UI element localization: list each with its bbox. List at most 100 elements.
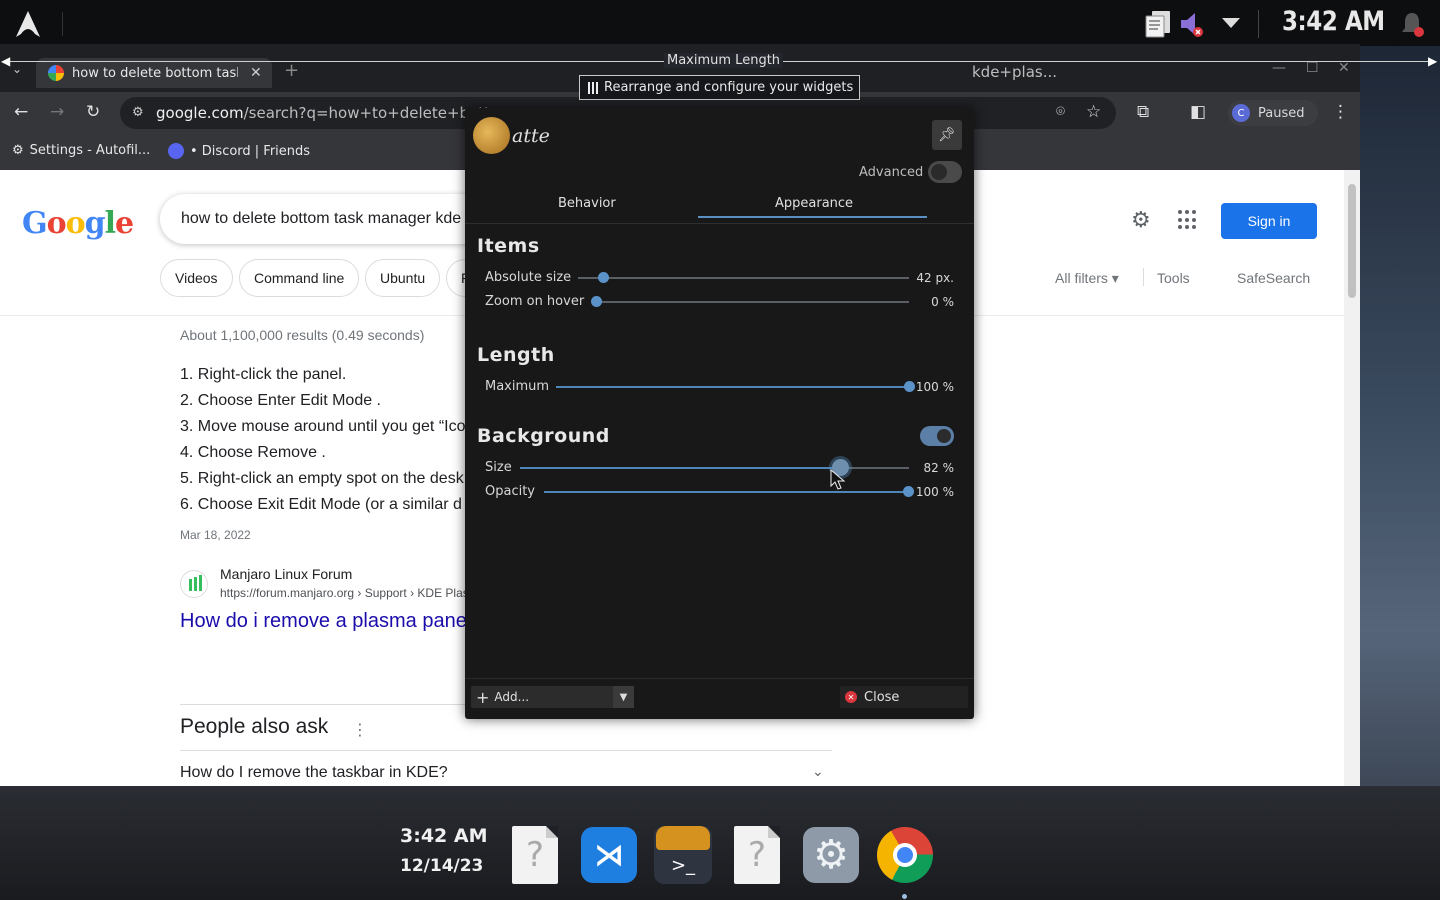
close-button[interactable]: ✕ Close [840,686,968,708]
opacity-value: 100 % [915,485,954,499]
rearrange-icon [588,81,598,94]
page-scrollbar[interactable] [1344,170,1360,786]
absolute-size-value: 42 px. [916,271,954,285]
extensions-icon[interactable]: ⧉ [1137,102,1149,122]
result-site-name[interactable]: Manjaro Linux Forum [220,566,352,582]
tray-separator [1258,10,1259,38]
system-settings-icon[interactable]: ⚙ [802,826,860,884]
bookmark-discord[interactable]: • Discord | Friends [168,143,310,159]
terminal-icon[interactable]: >_ [654,826,712,884]
tab-behavior[interactable]: Behavior [558,196,616,211]
slider-handle[interactable] [598,272,609,283]
arch-linux-logo-icon[interactable] [14,10,42,38]
unknown-file-icon[interactable]: ? [506,826,564,884]
profile-button[interactable]: C Paused [1228,100,1318,126]
bookmark-star-icon[interactable]: ☆ [1086,102,1101,122]
volume-muted-icon[interactable] [1178,10,1206,38]
zoom-on-hover-slider[interactable] [596,301,909,303]
url-host: google.com [156,104,244,122]
maximum-slider[interactable] [556,386,909,388]
tab-appearance[interactable]: Appearance [775,196,853,211]
unknown-file-icon[interactable]: ? [728,826,786,884]
side-panel-icon[interactable]: ◧ [1190,102,1206,122]
notifications-icon[interactable] [1400,10,1426,38]
new-tab-icon[interactable]: + [284,60,299,81]
vscode-icon[interactable]: ⋊ [580,826,638,884]
expand-tray-icon[interactable] [1220,16,1242,30]
scroll-thumb[interactable] [1348,184,1356,298]
section-title-background: Background [477,425,610,447]
chrome-icon[interactable] [876,826,934,884]
active-tab-indicator [698,216,927,218]
rearrange-widgets-button[interactable]: Rearrange and configure your widgets [579,75,860,100]
result-url[interactable]: https://forum.manjaro.org › Support › KD… [220,586,469,600]
dock-date[interactable]: 12/14/23 [400,856,483,876]
close-icon: ✕ [845,691,857,703]
background-toggle[interactable] [920,426,954,446]
all-filters-dropdown[interactable]: All filters ▾ [1055,270,1119,287]
menu-kebab-icon[interactable]: ⋮ [1332,102,1349,122]
maximum-label: Maximum [485,379,550,394]
chip-command-line[interactable]: Command line [239,259,360,297]
tab-search-icon[interactable]: ⌄ [12,62,22,76]
opacity-label: Opacity [485,484,536,499]
gear-icon: ⚙ [12,143,24,158]
absolute-size-slider[interactable] [578,277,909,279]
tools-link[interactable]: Tools [1157,270,1190,286]
list-item: 1. Right-click the panel. [180,366,347,383]
google-logo[interactable]: Google [22,206,134,241]
paa-question[interactable]: How do I remove the taskbar in KDE? [180,764,448,782]
clipboard-icon[interactable] [1144,10,1174,38]
size-slider-track[interactable] [840,467,909,469]
browser-tab[interactable]: how to delete bottom task ✕ [36,58,272,88]
search-input[interactable]: how to delete bottom task manager kde [160,194,500,244]
close-icon[interactable]: ✕ [250,65,262,81]
snippet-date: Mar 18, 2022 [180,528,251,542]
top-clock[interactable]: 3:42 AM [1282,6,1385,37]
section-title-items: Items [477,235,540,257]
location-icon[interactable]: ⌾ [1056,102,1065,120]
safesearch-link[interactable]: SafeSearch [1237,270,1310,286]
bookmark-settings[interactable]: ⚙ Settings - Autofil... [12,143,150,158]
latte-logo-icon [473,117,510,154]
chevron-down-icon[interactable]: ⌄ [812,764,824,780]
more-options-icon[interactable]: ⋮ [352,720,368,739]
slider-handle[interactable] [591,296,602,307]
zoom-on-hover-value: 0 % [931,295,954,309]
back-icon[interactable]: ← [14,102,28,122]
site-info-icon[interactable]: ⚙ [132,105,144,120]
bookmark-label: Settings - Autofil... [29,143,151,158]
result-title-link[interactable]: How do i remove a plasma pane [180,610,467,633]
google-apps-icon[interactable] [1178,210,1198,230]
running-indicator [902,894,907,899]
reload-icon[interactable]: ↻ [86,102,100,122]
results-count: About 1,100,000 results (0.49 seconds) [180,327,425,343]
chevron-down-icon[interactable]: ▼ [613,686,634,708]
maximize-icon[interactable]: ☐ [1306,60,1319,76]
chip-videos[interactable]: Videos [160,259,233,297]
bookmark-label: • Discord | Friends [190,143,311,159]
opacity-slider[interactable] [544,491,909,493]
maximum-value: 100 % [915,380,954,394]
pin-icon[interactable]: 📌︎ [932,120,962,150]
window-close-icon[interactable]: ✕ [1338,60,1350,76]
close-label: Close [864,689,900,705]
mouse-cursor-icon [830,469,846,490]
add-button[interactable]: + Add... [471,686,634,708]
profile-status: Paused [1258,105,1305,121]
ruler-left-arrow-icon: ◀ [1,54,11,68]
people-also-ask-heading: People also ask [180,715,329,738]
google-favicon-icon [48,65,64,81]
top-panel: 3:42 AM [0,0,1440,46]
advanced-toggle[interactable] [928,161,962,183]
settings-gear-icon[interactable]: ⚙ [1131,208,1151,233]
discord-favicon-icon [168,143,184,159]
chip-ubuntu[interactable]: Ubuntu [365,259,441,297]
dock-clock[interactable]: 3:42 AM [400,825,488,847]
avatar: C [1232,104,1250,122]
size-slider-fill[interactable] [520,467,840,469]
manjaro-favicon-icon [180,570,208,598]
sign-in-button[interactable]: Sign in [1221,203,1317,239]
minimize-icon[interactable]: — [1272,60,1286,76]
forward-icon[interactable]: → [50,102,64,122]
